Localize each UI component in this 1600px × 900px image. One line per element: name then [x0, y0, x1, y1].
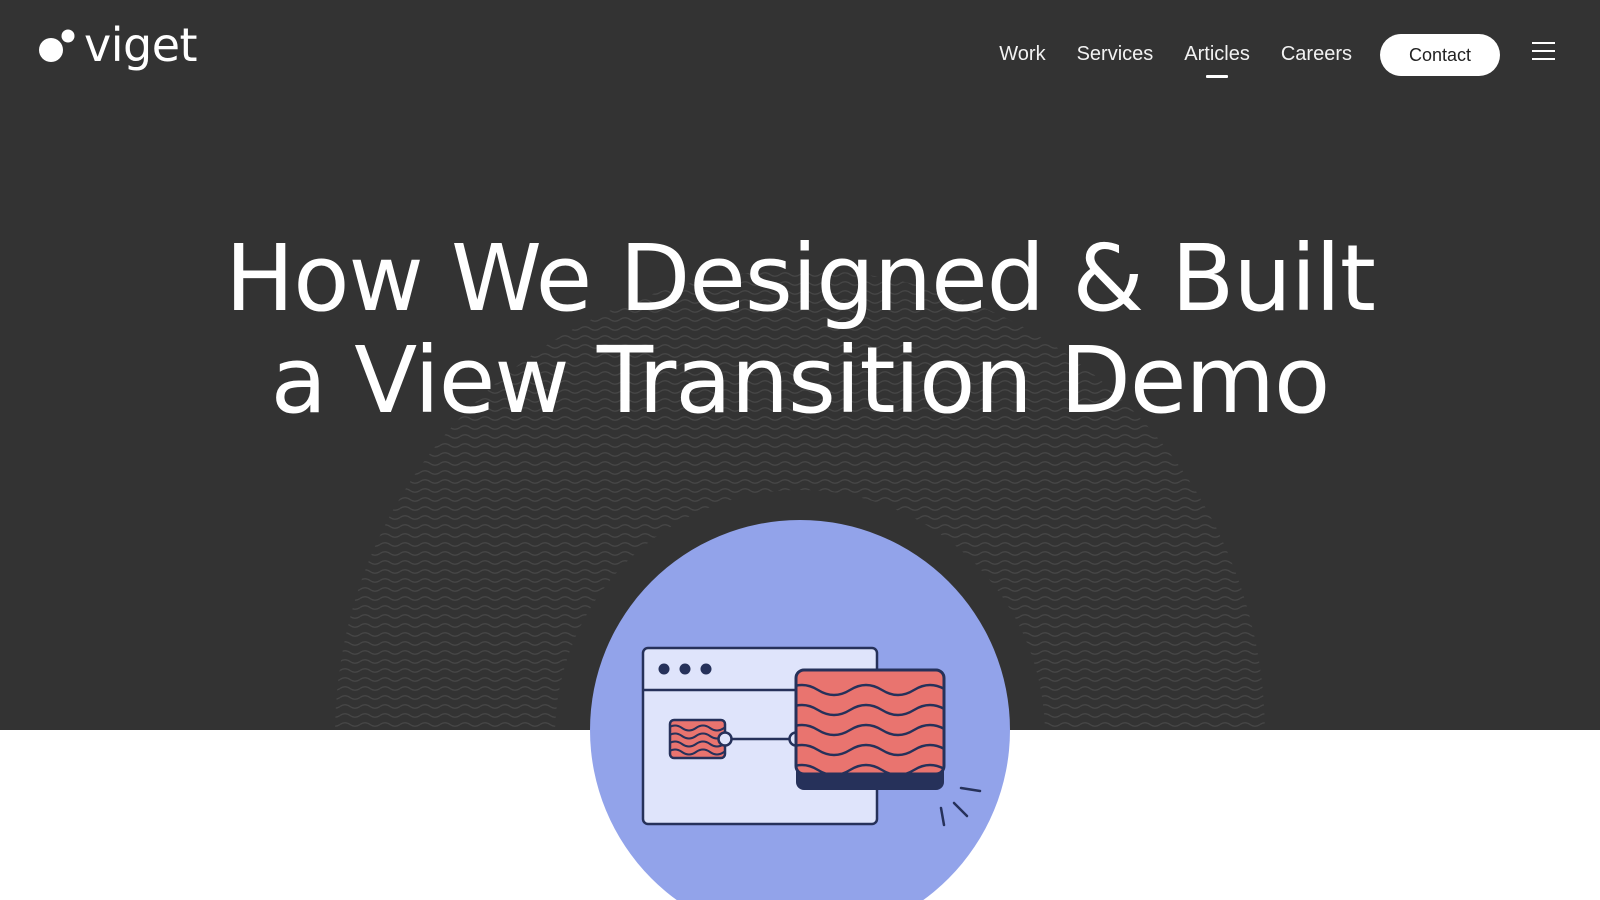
view-transition-illustration: [590, 520, 1010, 900]
page-title: How We Designed & Built a View Transitio…: [0, 228, 1600, 432]
viget-logo[interactable]: viget: [38, 22, 198, 68]
top-navigation: viget Work Services Articles Careers Con…: [0, 0, 1600, 110]
contact-button[interactable]: Contact: [1380, 34, 1500, 76]
two-dots-logo-icon: [39, 29, 75, 62]
nav-link-careers[interactable]: Careers: [1281, 41, 1352, 72]
nav-link-services[interactable]: Services: [1077, 41, 1154, 72]
main-nav: Work Services Articles Careers: [999, 41, 1352, 72]
brand-name: viget: [84, 18, 198, 72]
nav-link-articles[interactable]: Articles: [1184, 41, 1250, 72]
hamburger-menu-icon[interactable]: [1532, 42, 1556, 64]
nav-link-work[interactable]: Work: [999, 41, 1045, 72]
page-title-line-2: a View Transition Demo: [270, 327, 1331, 434]
page-title-line-1: How We Designed & Built: [225, 225, 1376, 332]
